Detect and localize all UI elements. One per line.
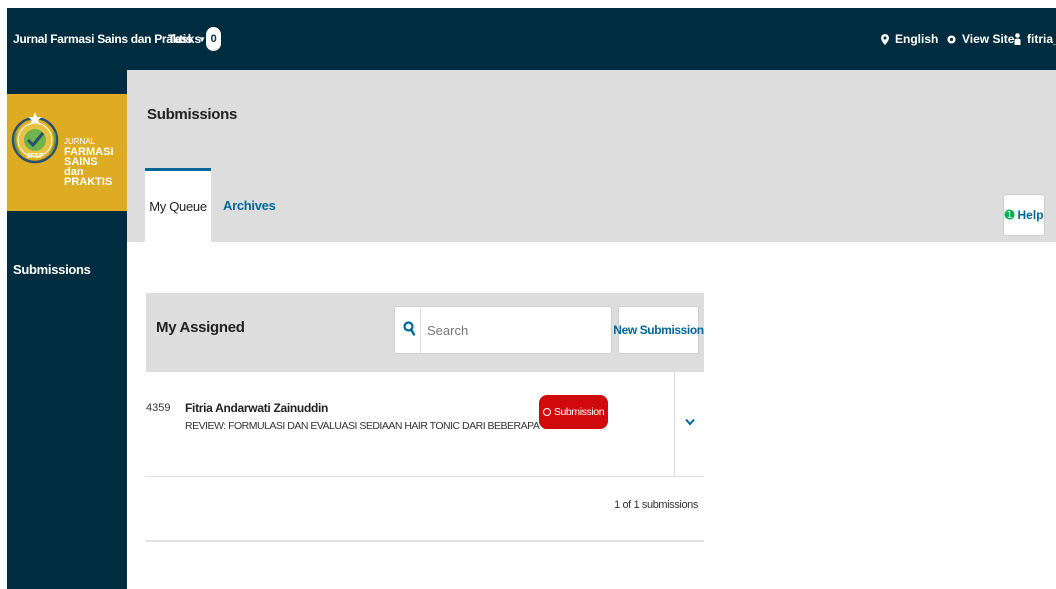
page-header: Submissions My Queue Archives ➊ Help <box>127 70 1056 242</box>
user-icon <box>1014 33 1021 45</box>
language-link[interactable]: English <box>881 8 938 70</box>
stage-circle-icon <box>542 408 551 416</box>
journal-name: Jurnal Farmasi Sains dan Praktis <box>13 32 193 46</box>
tasks-button[interactable]: Tasks 0 <box>168 8 222 70</box>
logo-line-3: dan PRAKTIS <box>64 166 113 188</box>
expand-row-button[interactable] <box>680 412 700 432</box>
view-site-label: View Site <box>962 32 1015 46</box>
username-label: fitria_22 <box>1027 32 1056 46</box>
logo-text: JURNAL FARMASI SAINS dan PRAKTIS <box>64 137 127 188</box>
row-divider <box>674 372 675 477</box>
search-divider <box>420 307 421 353</box>
search-input[interactable] <box>427 320 597 340</box>
tab-my-queue[interactable]: My Queue <box>145 168 211 242</box>
panel-header: My Assigned New Submission <box>146 293 704 372</box>
eye-icon <box>947 34 956 44</box>
submission-count: 1 of 1 submissions <box>614 499 698 511</box>
logo-line-2: FARMASI SAINS <box>64 146 114 168</box>
stage-badge: Submission <box>539 395 608 429</box>
language-label: English <box>895 32 939 46</box>
tasks-count-badge: 0 <box>206 27 222 51</box>
new-submission-button[interactable]: New Submission <box>613 306 704 354</box>
sidebar: JFSP JURNAL FARMASI SAINS dan PRAKTIS Su… <box>7 70 127 589</box>
tab-archives[interactable]: Archives <box>223 168 276 242</box>
top-navbar: Jurnal Farmasi Sains dan Praktis ▼ Tasks… <box>7 8 1056 70</box>
stage-label: Submission <box>553 406 605 418</box>
left-margin <box>0 8 7 589</box>
help-label: Help <box>1017 208 1044 222</box>
panel-bottom-border <box>146 540 704 542</box>
search-box[interactable] <box>394 306 612 354</box>
sidebar-item-submissions[interactable]: Submissions <box>13 262 91 277</box>
panel-title: My Assigned <box>156 319 245 336</box>
my-assigned-panel: My Assigned New Submission 4359 Fitria A… <box>146 293 704 542</box>
help-icon: ➊ <box>1004 208 1015 222</box>
submission-title: REVIEW: FORMULASI DAN EVALUASI SEDIAAN H… <box>185 420 574 432</box>
tasks-label: Tasks <box>168 32 202 46</box>
view-site-link[interactable]: View Site <box>947 8 1014 70</box>
help-button[interactable]: ➊ Help <box>1003 194 1045 236</box>
top-margin <box>0 0 1056 8</box>
page-title: Submissions <box>147 106 238 123</box>
search-icon <box>403 321 415 336</box>
seal-text: JFSP <box>26 153 44 160</box>
journal-logo[interactable]: JFSP JURNAL FARMASI SAINS dan PRAKTIS <box>7 94 127 211</box>
submission-author: Fitria Andarwati Zainuddin <box>185 401 329 415</box>
user-menu[interactable]: fitria_22 <box>1014 8 1056 70</box>
chevron-down-icon <box>685 418 695 426</box>
map-marker-icon <box>881 33 889 45</box>
submission-id: 4359 <box>146 402 171 414</box>
submission-row[interactable]: 4359 Fitria Andarwati Zainuddin REVIEW: … <box>146 372 704 477</box>
journal-seal-icon: JFSP <box>11 112 59 164</box>
